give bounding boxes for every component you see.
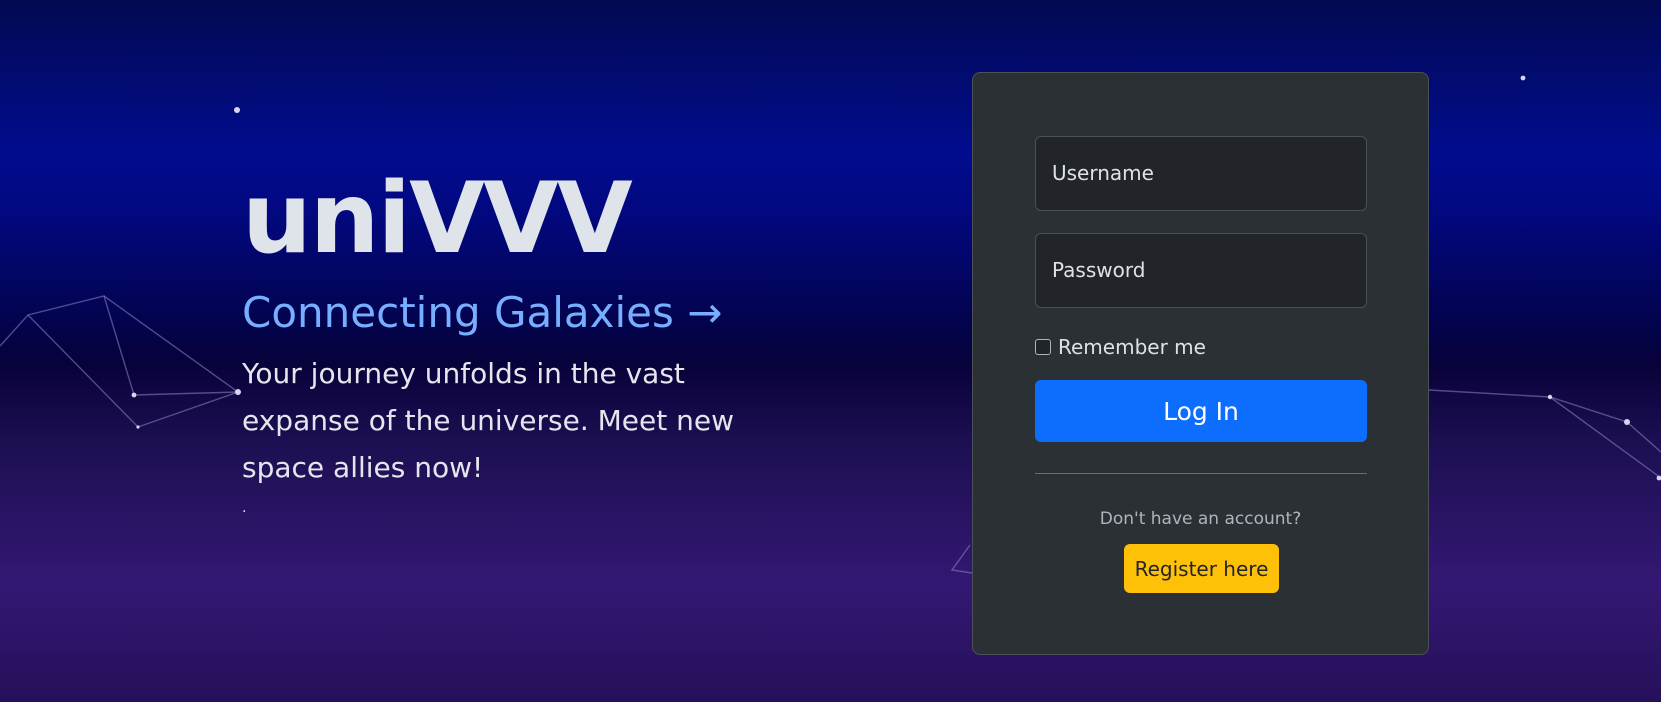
username-input[interactable]: Username [1035, 136, 1367, 211]
intro-text: Your journey unfolds in the vast expanse… [242, 357, 734, 485]
login-button[interactable]: Log In [1035, 380, 1367, 442]
password-input[interactable]: Password [1035, 233, 1367, 308]
hero-footnote: . [242, 500, 247, 517]
register-button[interactable]: Register here [1124, 544, 1279, 593]
hero-section: uniVVV Connecting Galaxies → Your journe… [242, 170, 762, 515]
tagline: Connecting Galaxies → [242, 288, 723, 337]
divider [1035, 473, 1367, 474]
remember-me-row[interactable]: Remember me [1035, 335, 1206, 359]
no-account-text: Don't have an account? [1099, 509, 1302, 529]
login-card: Username Password Remember me Log In Don… [972, 72, 1429, 655]
remember-me-checkbox[interactable] [1035, 339, 1051, 355]
remember-me-label: Remember me [1058, 335, 1206, 359]
brand-title: uniVVV [242, 162, 633, 276]
